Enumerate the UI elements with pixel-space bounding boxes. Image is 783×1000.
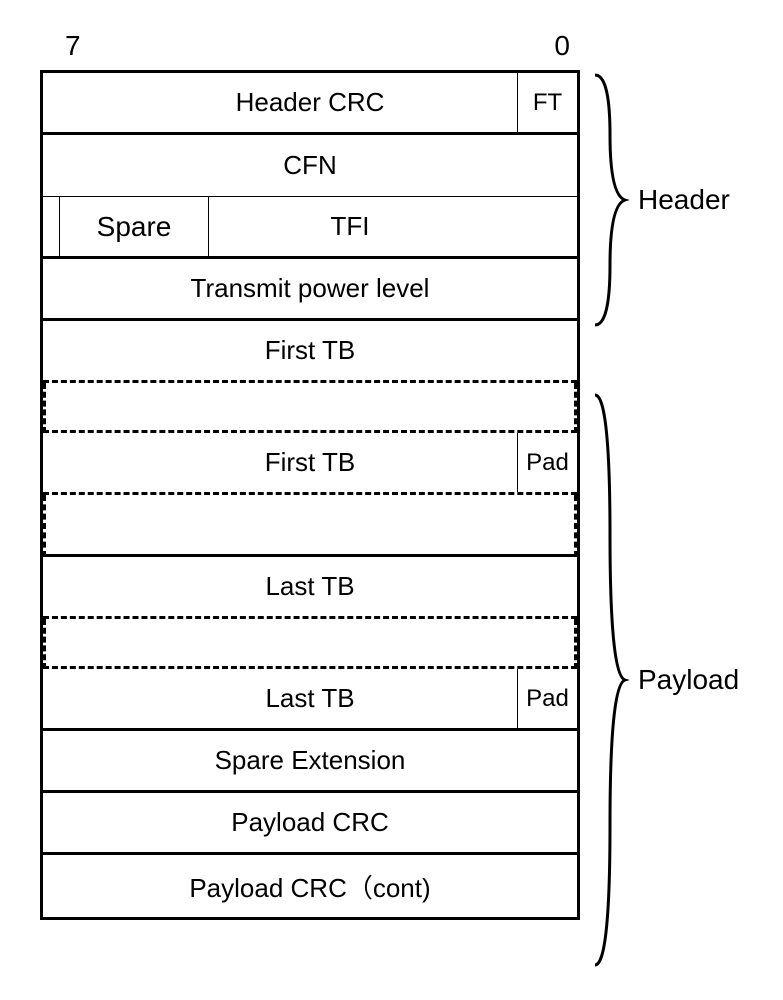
gap-3 <box>43 619 577 669</box>
frame-diagram: 7 0 Header CRC FT CFN Spare TFI Transmit… <box>30 30 750 970</box>
bit-lsb-label: 0 <box>554 30 570 62</box>
pad1-cell: Pad <box>517 433 577 492</box>
row-last-tb: Last TB <box>43 557 577 619</box>
row-payload-crc: Payload CRC <box>43 793 577 855</box>
bit-labels: 7 0 <box>40 30 580 70</box>
spare-cell: Spare <box>59 197 209 256</box>
brace-icon <box>590 390 630 970</box>
row-last-tb-pad: Last TB Pad <box>43 669 577 731</box>
payload-brace: Payload <box>590 390 739 970</box>
row-first-tb-pad: First TB Pad <box>43 433 577 495</box>
row-cfn: CFN <box>43 135 577 197</box>
header-section-label: Header <box>638 184 730 216</box>
header-crc-label: Header CRC <box>236 87 385 118</box>
row-spare-tfi: Spare TFI <box>43 197 577 259</box>
payload-section-label: Payload <box>638 664 739 696</box>
header-brace: Header <box>590 70 730 330</box>
payload-crc-cont-label: Payload CRC（cont) <box>189 868 430 905</box>
row-tx-power: Transmit power level <box>43 259 577 321</box>
data-frame: Header CRC FT CFN Spare TFI Transmit pow… <box>40 70 580 920</box>
gap-2 <box>43 495 577 557</box>
first-tb2-label: First TB <box>265 447 356 478</box>
tfi-label: TFI <box>331 211 370 242</box>
row-first-tb: First TB <box>43 321 577 383</box>
last-tb-label: Last TB <box>265 571 354 602</box>
last-tb2-label: Last TB <box>265 683 354 714</box>
row-payload-crc-cont: Payload CRC（cont) <box>43 855 577 917</box>
pad2-cell: Pad <box>517 669 577 728</box>
pad1-label: Pad <box>526 449 569 477</box>
ft-cell: FT <box>517 73 577 132</box>
payload-crc-label: Payload CRC <box>231 807 389 838</box>
pad2-label: Pad <box>526 685 569 713</box>
ft-label: FT <box>533 89 562 117</box>
brace-icon <box>590 70 630 330</box>
cfn-label: CFN <box>283 150 336 181</box>
spare-label: Spare <box>97 211 172 243</box>
row-spare-ext: Spare Extension <box>43 731 577 793</box>
bit-msb-label: 7 <box>65 30 81 62</box>
spare-ext-label: Spare Extension <box>215 745 406 776</box>
row-header-crc: Header CRC FT <box>43 73 577 135</box>
gap-1 <box>43 383 577 433</box>
first-tb-label: First TB <box>265 335 356 366</box>
tx-power-label: Transmit power level <box>191 273 430 304</box>
